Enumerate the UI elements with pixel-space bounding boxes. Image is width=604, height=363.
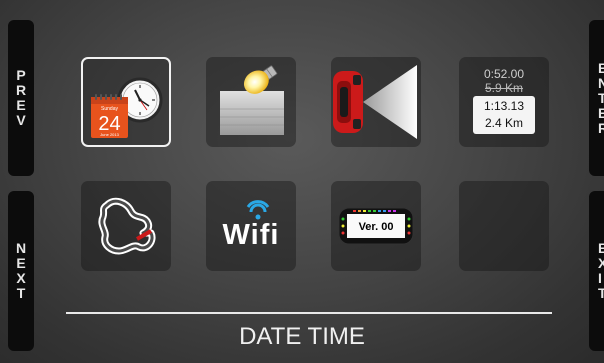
version-label: Ver. 00 — [358, 221, 394, 233]
next-letter: T — [16, 285, 26, 301]
lap-time-old: 0:52.00 — [483, 67, 525, 81]
menu-screen: P R E V N E X T E N T E R E X I T Sunday… — [0, 0, 604, 363]
lap-dist-old: 5.9 Km — [484, 81, 523, 95]
calendar-clock-icon: Sunday 24 June 2013 — [83, 59, 169, 145]
exit-letter: I — [598, 270, 602, 286]
empty-tile — [459, 181, 549, 271]
enter-letter: N — [598, 74, 604, 91]
exit-letter: X — [598, 255, 604, 271]
prev-button[interactable]: P R E V — [8, 20, 34, 176]
enter-letter: R — [598, 119, 604, 136]
prev-letter: V — [16, 112, 26, 128]
calendar-month-year: June 2013 — [100, 132, 119, 137]
enter-letter: T — [598, 89, 604, 106]
lap-time-new: 1:13.13 — [483, 99, 525, 113]
exit-letter: E — [598, 240, 604, 256]
track-icon — [81, 181, 171, 271]
next-letter: N — [15, 240, 27, 256]
enter-letter: E — [598, 59, 604, 76]
lap-dist-new: 2.4 Km — [484, 116, 523, 130]
track-tile[interactable] — [81, 181, 171, 271]
enter-letter: E — [598, 104, 604, 121]
lap-time-icon: 0:52.00 5.9 Km 1:13.13 2.4 Km — [459, 57, 549, 147]
prev-letter: P — [16, 67, 26, 83]
prev-letter: R — [15, 82, 27, 98]
next-letter: X — [16, 270, 26, 286]
calendar-day-name: Sunday — [101, 106, 118, 112]
car-beacon-icon — [331, 57, 421, 147]
next-letter: E — [16, 255, 26, 271]
footer-label: DATE TIME — [239, 323, 365, 350]
wifi-label: Wifi — [222, 219, 280, 251]
dash-display-icon: Ver. 00 — [331, 181, 421, 271]
backlight-tile[interactable] — [206, 57, 296, 147]
wifi-tile[interactable]: Wifi — [206, 181, 296, 271]
bulb-icon — [206, 57, 296, 147]
version-tile[interactable]: Ver. 00 — [331, 181, 421, 271]
exit-letter: T — [598, 285, 604, 301]
lap-tile[interactable]: 0:52.00 5.9 Km 1:13.13 2.4 Km — [459, 57, 549, 147]
date-time-tile[interactable]: Sunday 24 June 2013 — [81, 57, 171, 147]
enter-button[interactable]: E N T E R — [589, 20, 604, 176]
prev-letter: E — [16, 97, 26, 113]
footer-divider — [66, 312, 552, 314]
wifi-icon: Wifi — [206, 181, 296, 271]
beacon-tile[interactable] — [331, 57, 421, 147]
